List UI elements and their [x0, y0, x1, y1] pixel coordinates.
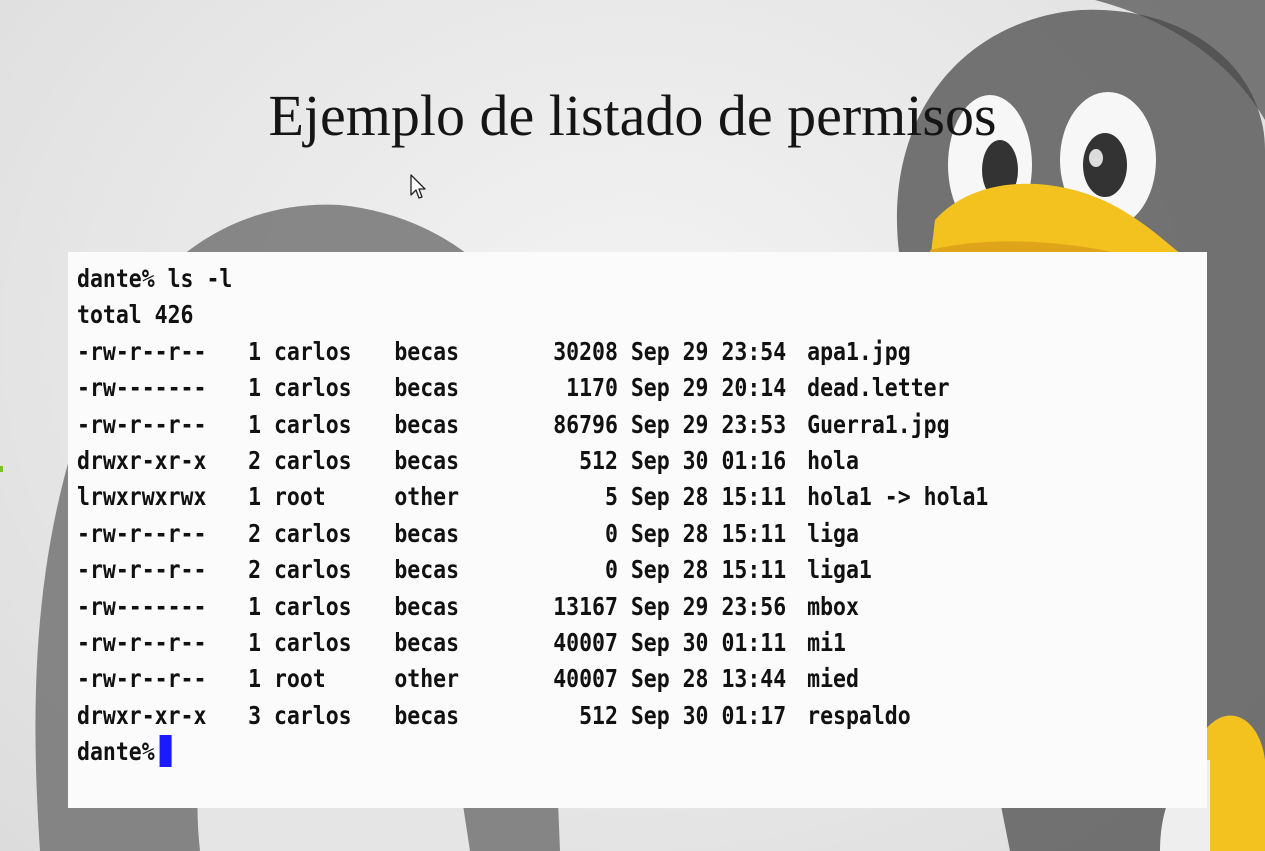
- cell-group: becas: [394, 591, 460, 621]
- cell-owner: carlos: [273, 700, 352, 730]
- cell-perm: -rw-r--r--: [77, 627, 207, 657]
- cell-name: dead.letter: [807, 373, 950, 403]
- listing-row: -rw-r--r-- 1 carlos becas 86796 Sep 29 23:53 G…: [77, 407, 1049, 443]
- cell-date: Sep 30 01:11: [630, 627, 787, 657]
- cell-date: Sep 29 23:53: [630, 409, 787, 439]
- cell-name: mbox: [807, 591, 859, 621]
- cell-name: mi1: [807, 627, 846, 657]
- cell-links: 1: [248, 627, 262, 657]
- listing-row: -rw-r--r-- 2 carlos becas 0 Sep 28 15:11 liga1: [77, 552, 1049, 588]
- cell-perm: -rw-r--r--: [77, 336, 207, 366]
- mouse-pointer-icon: [410, 174, 426, 199]
- cell-name: apa1.jpg: [807, 336, 911, 366]
- cell-size: 0: [604, 555, 618, 585]
- text-cursor: [159, 735, 172, 768]
- cell-group: becas: [394, 700, 460, 730]
- file-listing: -rw-r--r-- 1 carlos becas 30208 Sep 29 23:54 a…: [77, 334, 1207, 734]
- terminal-output[interactable]: dante% ls -l total 426 -rw-r--r-- 1 carlos…: [68, 252, 1207, 808]
- cell-date: Sep 30 01:17: [630, 700, 787, 730]
- cell-size: 30208: [553, 336, 618, 366]
- prompt-line[interactable]: dante%: [77, 734, 1049, 770]
- cell-date: Sep 28 13:44: [630, 664, 787, 694]
- cell-group: becas: [394, 336, 460, 366]
- listing-row: -rw-r--r-- 1 root other 40007 Sep 28 13:44 mie…: [77, 661, 1049, 697]
- listing-row: -rw-r--r-- 1 carlos becas 30208 Sep 29 23:54 a…: [77, 334, 1049, 370]
- cell-links: 1: [248, 482, 262, 512]
- cell-links: 1: [248, 664, 262, 694]
- listing-row: -rw-r--r-- 1 carlos becas 40007 Sep 30 01:11 m…: [77, 625, 1049, 661]
- cell-name: Guerra1.jpg: [807, 409, 950, 439]
- cell-perm: -rw-r--r--: [77, 518, 207, 548]
- command-line: dante% ls -l: [77, 264, 233, 293]
- cell-size: 512: [579, 700, 618, 730]
- slide: Ejemplo de listado de permisos dante% ls…: [0, 0, 1265, 851]
- cell-perm: lrwxrwxrwx: [77, 482, 207, 512]
- cell-name: respaldo: [807, 700, 911, 730]
- cell-date: Sep 28 15:11: [630, 555, 787, 585]
- cell-name: liga: [807, 518, 859, 548]
- cell-size: 13167: [553, 591, 618, 621]
- cell-links: 2: [248, 518, 262, 548]
- cell-date: Sep 30 01:16: [630, 445, 787, 475]
- cell-size: 40007: [553, 664, 618, 694]
- listing-row: -rw-r--r-- 2 carlos becas 0 Sep 28 15:11 liga: [77, 516, 1049, 552]
- cell-group: becas: [394, 518, 460, 548]
- cell-date: Sep 28 15:11: [630, 518, 787, 548]
- cell-owner: carlos: [273, 591, 352, 621]
- listing-row: -rw------- 1 carlos becas 1170 Sep 29 20:14 de…: [77, 370, 1049, 406]
- cell-owner: carlos: [273, 373, 352, 403]
- prompt: dante%: [77, 737, 155, 767]
- listing-row: drwxr-xr-x 2 carlos becas 512 Sep 30 01:16 hol…: [77, 443, 1049, 479]
- cell-group: becas: [394, 445, 460, 475]
- slide-title: Ejemplo de listado de permisos: [268, 83, 997, 148]
- cell-date: Sep 29 23:56: [630, 591, 787, 621]
- cell-group: other: [394, 482, 460, 512]
- cell-perm: -rw-------: [77, 591, 207, 621]
- cell-owner: root: [273, 482, 326, 512]
- cell-owner: carlos: [273, 445, 352, 475]
- cell-group: becas: [394, 555, 460, 585]
- cell-perm: -rw-------: [77, 373, 207, 403]
- listing-row: drwxr-xr-x 3 carlos becas 512 Sep 30 01:17 res…: [77, 698, 1049, 734]
- cell-name: hola1 -> hola1: [807, 482, 989, 512]
- cell-owner: carlos: [273, 627, 352, 657]
- cell-size: 0: [604, 518, 618, 548]
- cell-group: becas: [394, 409, 460, 439]
- cell-links: 1: [248, 336, 262, 366]
- cell-group: becas: [394, 373, 460, 403]
- cell-owner: carlos: [273, 518, 352, 548]
- cell-size: 86796: [553, 409, 618, 439]
- cell-date: Sep 28 15:11: [630, 482, 787, 512]
- cell-perm: -rw-r--r--: [77, 664, 207, 694]
- cell-date: Sep 29 23:54: [630, 336, 787, 366]
- cell-size: 1170: [566, 373, 618, 403]
- cell-name: mied: [807, 664, 859, 694]
- cell-size: 5: [604, 482, 618, 512]
- cell-group: becas: [394, 627, 460, 657]
- cell-links: 1: [248, 373, 262, 403]
- cell-group: other: [394, 664, 460, 694]
- cell-size: 40007: [553, 627, 618, 657]
- edge-marker: [0, 466, 3, 472]
- listing-row: -rw------- 1 carlos becas 13167 Sep 29 23:56 m…: [77, 589, 1049, 625]
- cell-name: hola: [807, 445, 859, 475]
- cell-links: 2: [248, 555, 262, 585]
- cell-owner: carlos: [273, 409, 352, 439]
- cell-date: Sep 29 20:14: [630, 373, 787, 403]
- cell-perm: drwxr-xr-x: [77, 700, 207, 730]
- total-line: total 426: [77, 300, 194, 330]
- cell-perm: drwxr-xr-x: [77, 445, 207, 475]
- cell-owner: carlos: [273, 336, 352, 366]
- cell-links: 2: [248, 445, 262, 475]
- cell-size: 512: [579, 445, 618, 475]
- cell-owner: carlos: [273, 555, 352, 585]
- cell-perm: -rw-r--r--: [77, 555, 207, 585]
- listing-row: lrwxrwxrwx 1 root other 5 Sep 28 15:11 hola1 -…: [77, 479, 1049, 515]
- cell-links: 1: [248, 591, 262, 621]
- cell-perm: -rw-r--r--: [77, 409, 207, 439]
- cell-name: liga1: [807, 555, 872, 585]
- cell-links: 3: [248, 700, 262, 730]
- cell-owner: root: [273, 664, 326, 694]
- cell-links: 1: [248, 409, 262, 439]
